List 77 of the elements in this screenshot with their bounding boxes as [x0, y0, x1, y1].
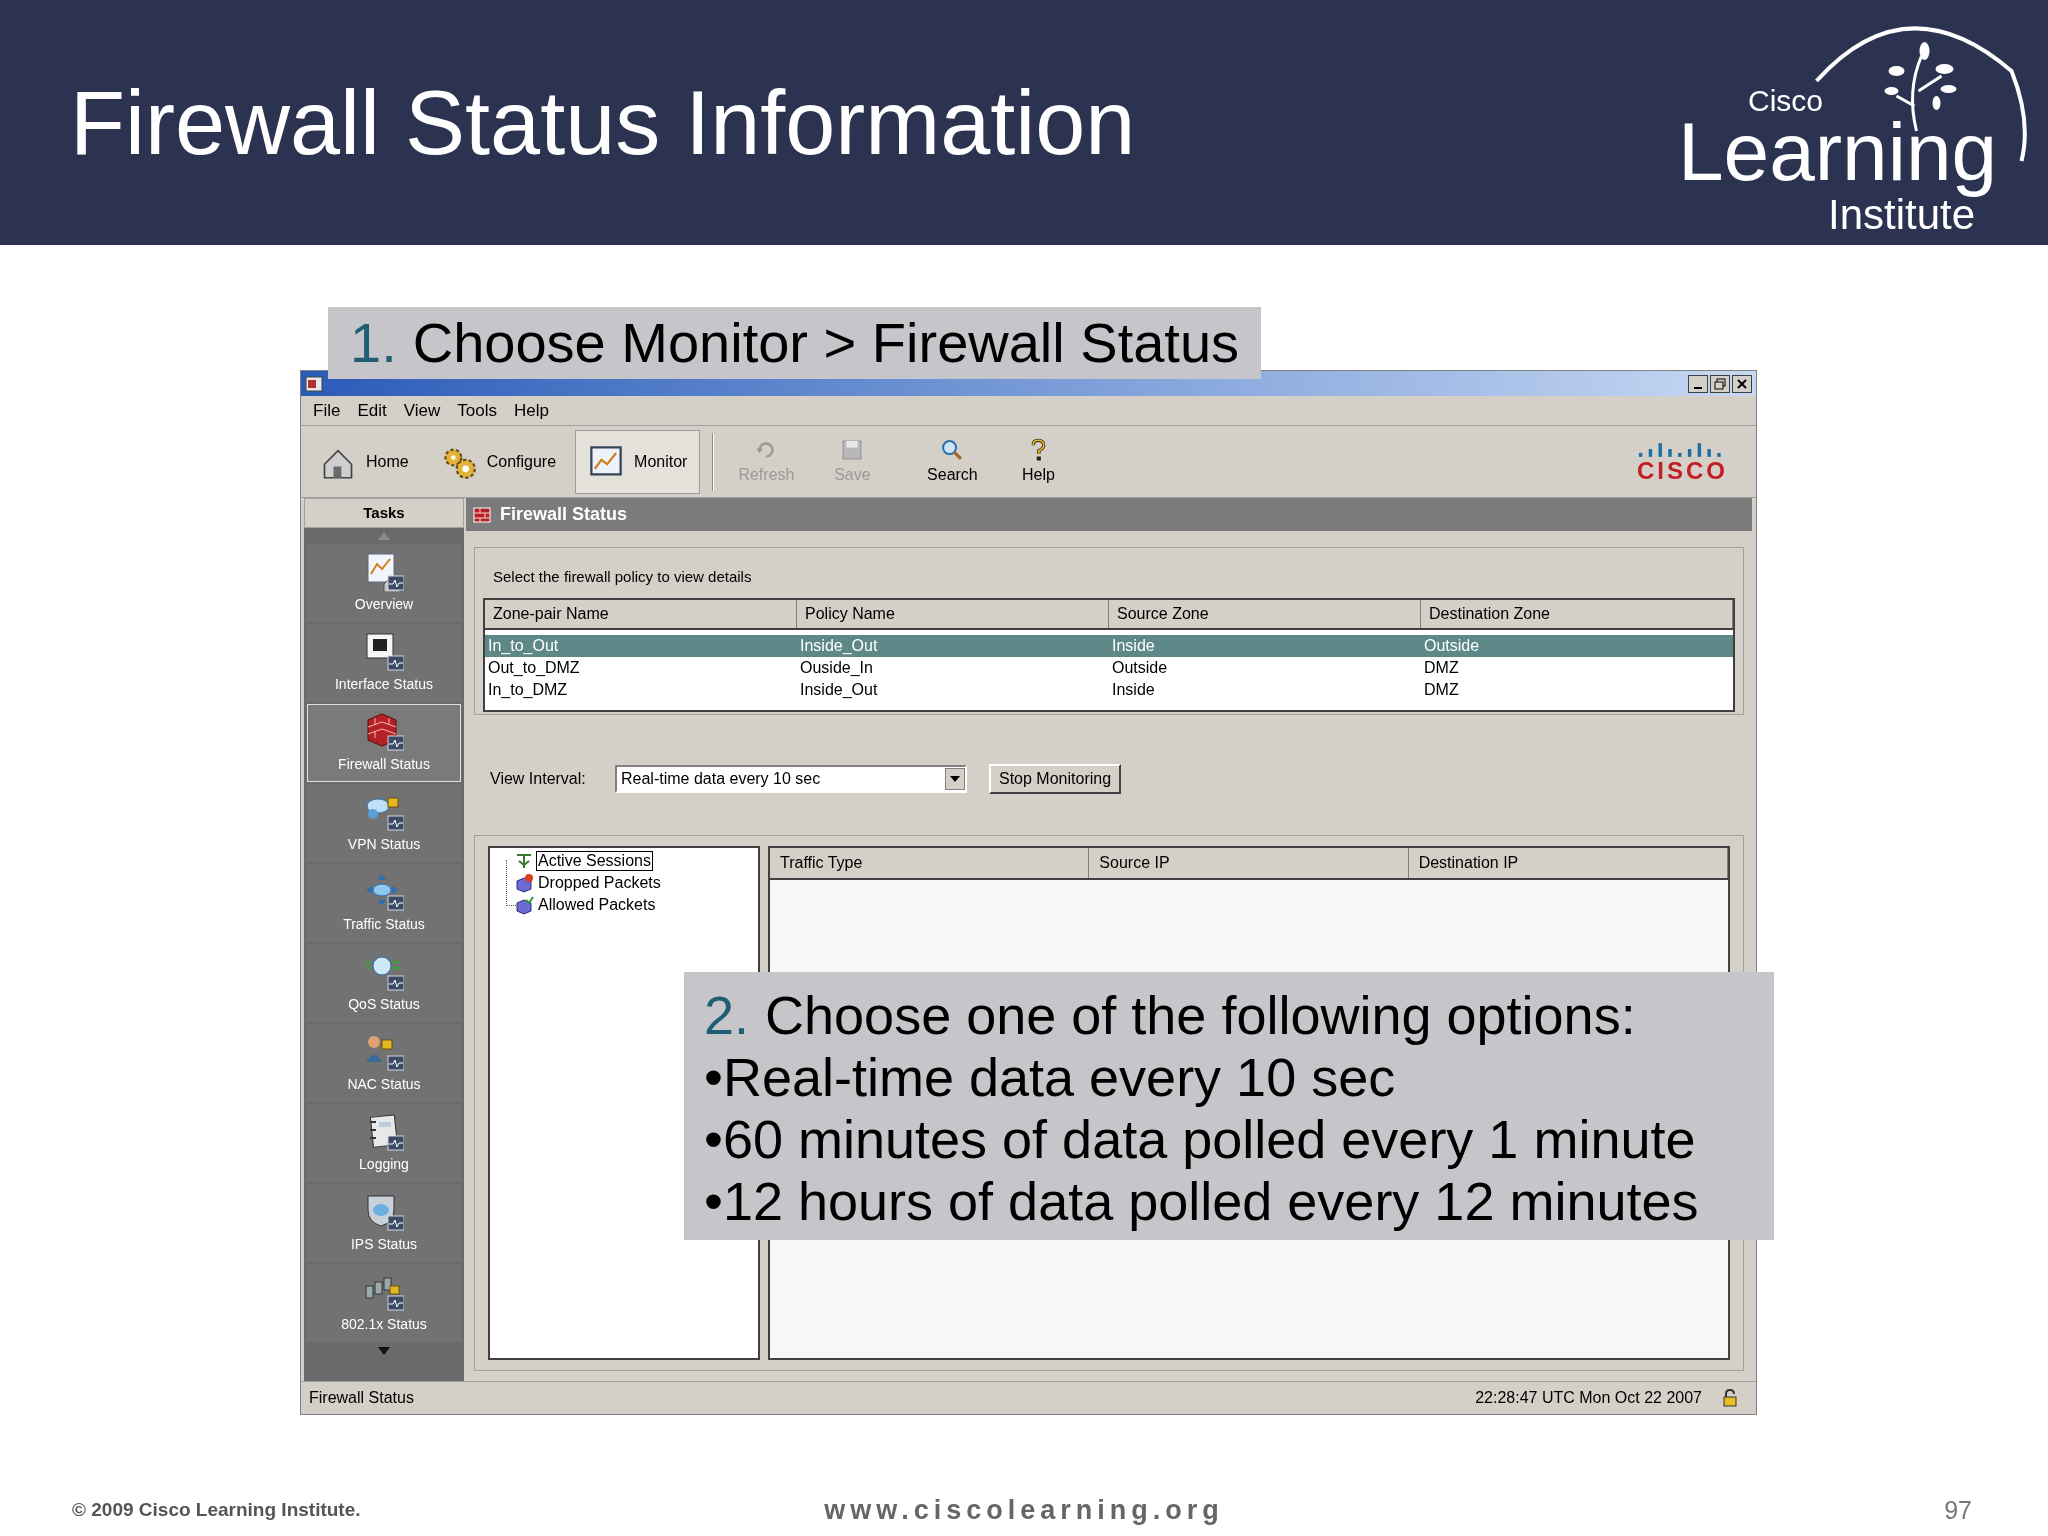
step-text: Choose Monitor > Firewall Status: [412, 311, 1240, 376]
sidebar-task[interactable]: Overview: [307, 544, 461, 622]
sidebar-task[interactable]: IPS Status: [307, 1184, 461, 1262]
chart-house-icon: [364, 551, 404, 592]
column-header[interactable]: Zone-pair Name: [485, 599, 797, 628]
instruction-text: Select the firewall policy to view details: [492, 567, 753, 587]
column-header[interactable]: Traffic Type: [770, 847, 1090, 878]
column-header[interactable]: Source Zone: [1109, 599, 1421, 628]
brand-text: CISCO: [1637, 458, 1728, 483]
cube-check-icon: [514, 894, 534, 915]
tree-item[interactable]: Allowed Packets: [514, 893, 658, 916]
table-cell-text: In_to_DMZ: [487, 679, 569, 700]
column-header[interactable]: Destination Zone: [1421, 599, 1733, 628]
scroll-down-icon[interactable]: [378, 1347, 390, 1355]
caret-icon: [950, 775, 960, 782]
menu-item[interactable]: View: [403, 397, 441, 424]
brick-wall-chart-icon: [364, 711, 404, 752]
table-cell-text: Inside_Out: [799, 635, 879, 656]
copyright-text: © 2009 Cisco Learning Institute.: [72, 1498, 362, 1522]
port-chart-icon: [364, 631, 404, 672]
sidebar-task[interactable]: Logging: [307, 1104, 461, 1182]
sidebar-task[interactable]: VPN Status: [307, 784, 461, 862]
bullet-text: •Real-time data every 10 sec: [704, 1046, 1397, 1109]
panel-title: Firewall Status: [500, 503, 628, 526]
sidebar-task[interactable]: Traffic Status: [307, 864, 461, 942]
menu-item[interactable]: Tools: [457, 397, 497, 424]
toolbar-button[interactable]: Search: [912, 429, 993, 494]
toolbar-button[interactable]: Monitor: [575, 429, 701, 494]
minimize-button[interactable]: [1688, 374, 1708, 393]
step-text: Choose one of the following options:: [765, 984, 1636, 1047]
sidebar-task[interactable]: Interface Status: [307, 624, 461, 702]
column-header[interactable]: Policy Name: [797, 599, 1109, 628]
stop-monitoring-button[interactable]: Stop Monitoring: [989, 763, 1122, 794]
menu-item[interactable]: File: [313, 397, 341, 424]
slide-title: Firewall Status Information: [70, 77, 1136, 168]
field-label: View Interval:: [490, 768, 587, 789]
column-header[interactable]: Destination IP: [1408, 847, 1728, 878]
app-icon: [305, 374, 323, 393]
sidebar-task[interactable]: 802.1x Status: [307, 1264, 461, 1342]
bullet-text: •60 minutes of data polled every 1 minute: [704, 1108, 1697, 1171]
step-number: 1.: [350, 311, 397, 376]
menu-item[interactable]: Edit: [357, 397, 387, 424]
padlock-icon: [1722, 1389, 1738, 1407]
table-cell-text: DMZ: [1423, 657, 1460, 678]
status-text: Firewall Status: [309, 1388, 414, 1408]
restore-button[interactable]: [1710, 374, 1730, 393]
column-header[interactable]: Source IP: [1089, 847, 1409, 878]
page-number: 97: [1943, 1494, 1973, 1526]
sidebar-header: Tasks: [304, 498, 464, 528]
website-url: www.ciscolearning.org: [824, 1494, 1224, 1527]
close-button[interactable]: [1732, 374, 1752, 393]
step-number: 2.: [704, 984, 750, 1047]
table-cell-text: Ouside_In: [799, 657, 874, 678]
sidebar-task[interactable]: NAC Status: [307, 1024, 461, 1102]
toolbar-button[interactable]: Configure: [427, 429, 570, 494]
table-cell-text: Inside_Out: [799, 679, 879, 700]
tree-item[interactable]: Dropped Packets: [514, 871, 663, 894]
interval-dropdown[interactable]: Real-time data every 10 sec: [615, 764, 967, 793]
table-cell-text: In_to_Out: [487, 635, 560, 656]
sidebar-task[interactable]: Firewall Status: [307, 704, 461, 782]
bullet-text: •12 hours of data polled every 12 minutes: [704, 1170, 1700, 1233]
table-cell-text: Out_to_DMZ: [487, 657, 581, 678]
toolbar-button[interactable]: Help: [998, 429, 1079, 494]
minimize-icon: [1694, 386, 1702, 389]
table-cell-text: Outside: [1423, 635, 1481, 656]
table-cell-text: Inside: [1111, 679, 1156, 700]
cube-stop-icon: [514, 872, 534, 893]
status-time: 22:28:47 UTC Mon Oct 22 2007: [1475, 1388, 1702, 1408]
table-row[interactable]: In_to_Out Inside_Out Inside Outside: [485, 634, 1733, 657]
restore-icon: [1712, 375, 1728, 392]
brick-wall-icon: [472, 504, 492, 525]
table-cell-text: Outside: [1111, 657, 1169, 678]
toolbar-button[interactable]: Home: [307, 429, 422, 494]
table-cell-text: DMZ: [1423, 679, 1460, 700]
table-cell-text: Inside: [1111, 635, 1156, 656]
menu-item[interactable]: Help: [513, 397, 549, 424]
sidebar-task[interactable]: QoS Status: [307, 944, 461, 1022]
